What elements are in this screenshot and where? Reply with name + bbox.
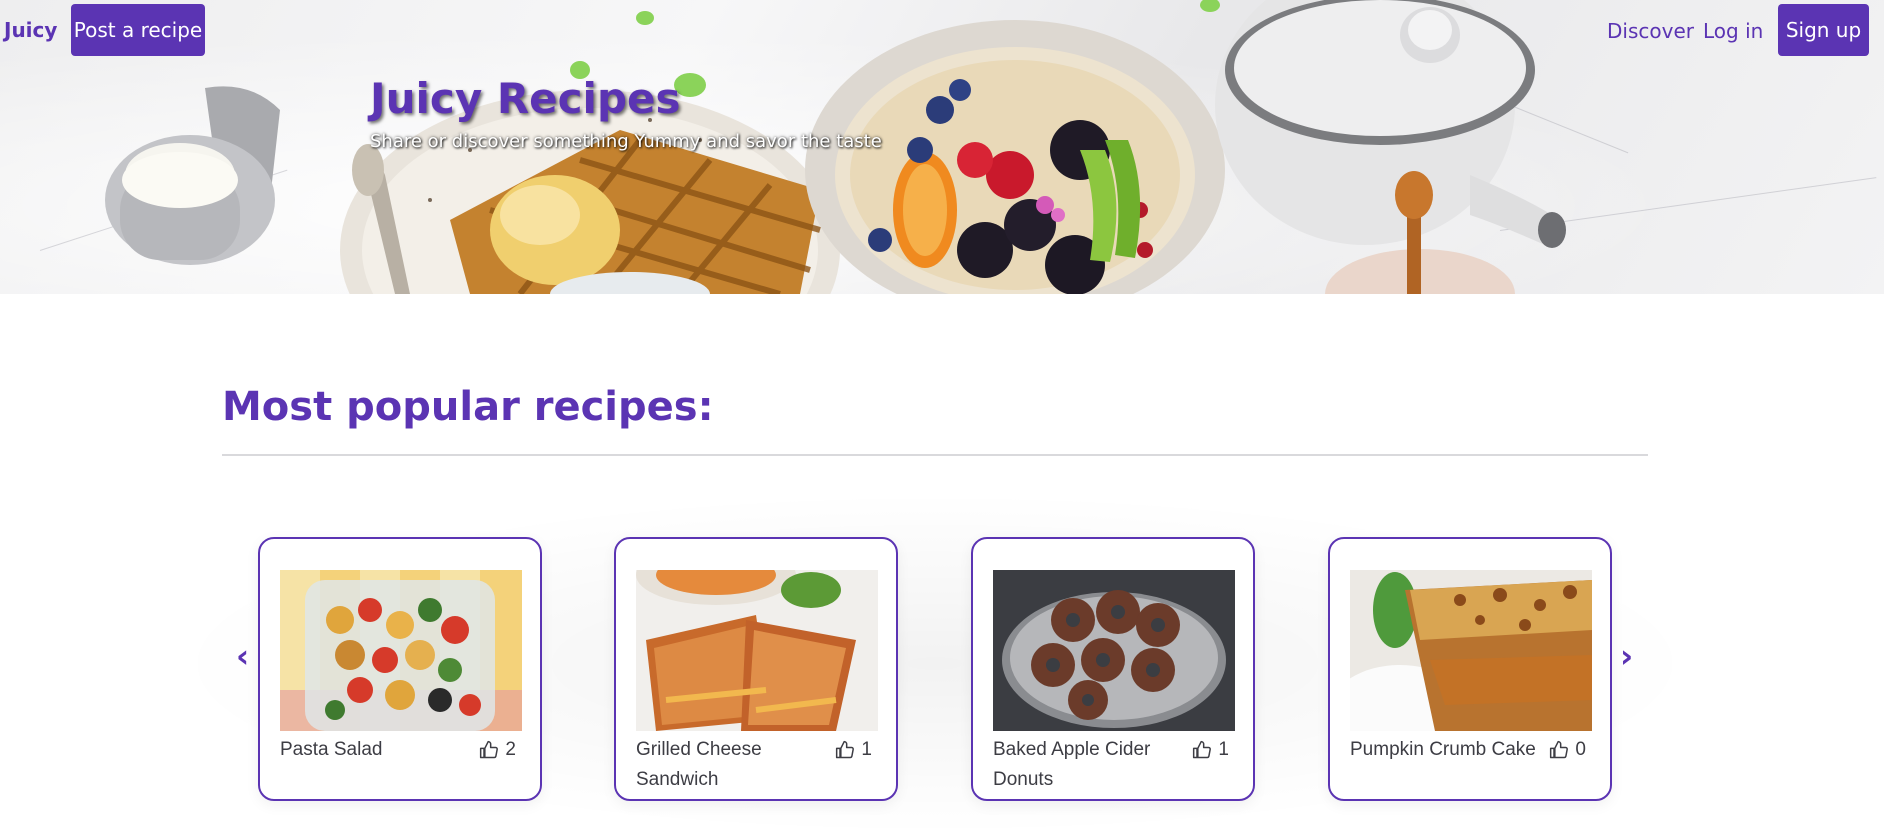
thumbs-up-icon — [1193, 740, 1212, 759]
thumbs-up-icon — [1550, 740, 1569, 759]
teapot-illustration — [1215, 0, 1566, 248]
fruit-bowl-illustration — [805, 20, 1225, 294]
hero-banner: Juicy Post a recipe Discover Log in Sign… — [0, 0, 1884, 294]
likes-counter[interactable]: 1 — [835, 735, 872, 765]
pumpkin-cake-photo — [1350, 570, 1592, 731]
likes-count: 2 — [505, 739, 516, 760]
thumbs-up-icon — [480, 740, 499, 759]
recipe-title: Grilled Cheese Sandwich — [636, 739, 762, 790]
section-divider — [222, 454, 1648, 456]
thumbs-up-icon — [836, 740, 855, 759]
section-heading: Most popular recipes: — [222, 384, 714, 430]
recipe-image — [993, 570, 1235, 731]
pasta-salad-photo — [280, 570, 522, 731]
signup-button[interactable]: Sign up — [1778, 4, 1869, 56]
likes-count: 1 — [1218, 739, 1229, 760]
chevron-left-icon: ‹ — [236, 637, 250, 675]
likes-count: 1 — [861, 739, 872, 760]
recipe-card[interactable]: Pumpkin Crumb Cake 0 — [1328, 537, 1612, 801]
grilled-cheese-photo — [636, 570, 878, 731]
login-link[interactable]: Log in — [1703, 19, 1763, 43]
milk-jug-illustration — [105, 86, 280, 265]
recipe-image — [636, 570, 878, 731]
recipe-card[interactable]: Baked Apple Cider Donuts 1 — [971, 537, 1255, 801]
brand-logo-link[interactable]: Juicy — [4, 18, 57, 42]
likes-counter[interactable]: 1 — [1192, 735, 1229, 765]
recipe-card[interactable]: Pasta Salad 2 — [258, 537, 542, 801]
recipe-title: Baked Apple Cider Donuts — [993, 739, 1151, 790]
recipe-image — [1350, 570, 1592, 731]
recipe-title: Pasta Salad — [280, 739, 383, 760]
hero-title: Juicy Recipes — [370, 74, 681, 123]
likes-count: 0 — [1575, 739, 1586, 760]
recipe-image — [280, 570, 522, 731]
recipe-title: Pumpkin Crumb Cake — [1350, 739, 1536, 760]
hero-subtitle: Share or discover something Yummy and sa… — [370, 131, 882, 152]
breakfast-table-illustration — [105, 0, 1566, 294]
recipe-card[interactable]: Grilled Cheese Sandwich 1 — [614, 537, 898, 801]
carousel-next-button[interactable]: › — [1620, 640, 1633, 672]
carousel-prev-button[interactable]: ‹ — [236, 640, 249, 672]
likes-counter[interactable]: 2 — [479, 735, 516, 765]
donuts-photo — [993, 570, 1235, 731]
discover-link[interactable]: Discover — [1607, 19, 1694, 43]
likes-counter[interactable]: 0 — [1549, 735, 1586, 765]
chevron-right-icon: › — [1620, 637, 1634, 675]
post-recipe-button[interactable]: Post a recipe — [71, 4, 205, 56]
